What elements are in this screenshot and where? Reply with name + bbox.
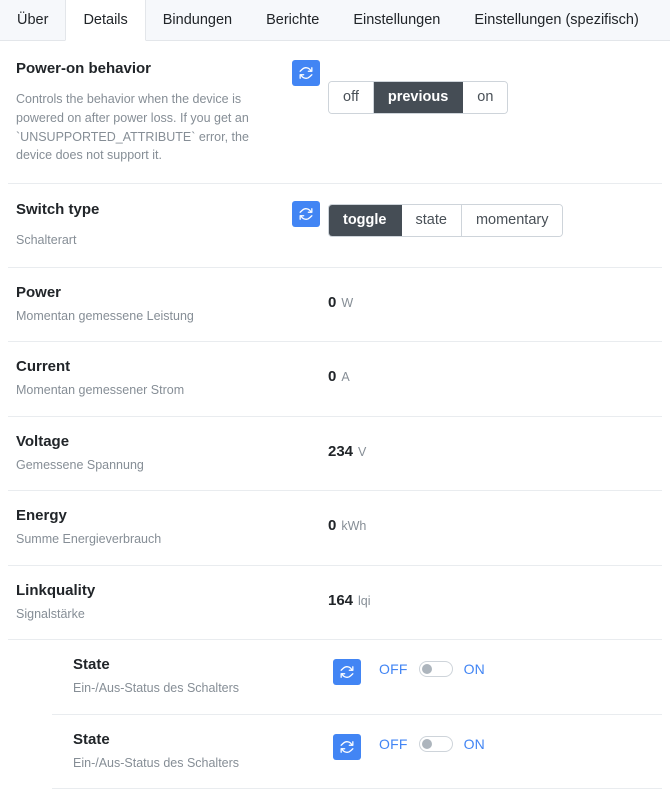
- tab-berichte[interactable]: Berichte: [249, 0, 336, 40]
- value-energy: 0 kWh: [328, 509, 366, 534]
- row-left-linkquality: Linkquality Signalstärke: [8, 582, 328, 624]
- label-power-on-behavior: Power-on behavior: [16, 60, 152, 77]
- tab-bindungen[interactable]: Bindungen: [146, 0, 249, 40]
- description-voltage: Gemessene Spannung: [16, 457, 144, 472]
- label-state-2: State: [73, 730, 110, 748]
- row-power-on-behavior: Power-on behavior Controls the behavior …: [8, 41, 662, 184]
- value-energy-unit: kWh: [341, 519, 367, 534]
- label-voltage: Voltage: [16, 432, 70, 450]
- row-left-state-2: State Ein-/Aus-Status des Schalters: [65, 731, 333, 773]
- row-right-energy: 0 kWh: [328, 507, 662, 534]
- tab-einstellungen[interactable]: Einstellungen: [336, 0, 457, 40]
- row-state-2: State Ein-/Aus-Status des Schalters OFF …: [52, 715, 662, 789]
- value-voltage: 234 V: [328, 435, 366, 460]
- value-linkquality: 164 lqi: [328, 584, 371, 609]
- switch-type-options: toggle state momentary: [328, 204, 564, 238]
- row-right-state-1: OFF ON: [333, 656, 662, 686]
- option-state[interactable]: state: [401, 205, 462, 237]
- row-left-switch-type: Switch type Schalterart: [8, 201, 328, 250]
- tab-bar: Über Details Bindungen Berichte Einstell…: [0, 0, 670, 41]
- tab-einstellungen-spezifisch[interactable]: Einstellungen (spezifisch): [457, 0, 655, 40]
- label-energy: Energy: [16, 507, 67, 525]
- row-right-state-2: OFF ON: [333, 731, 662, 760]
- option-previous[interactable]: previous: [373, 82, 464, 114]
- refresh-icon: [299, 66, 313, 80]
- refresh-button-power-on-behavior[interactable]: [292, 60, 320, 86]
- value-linkquality-unit: lqi: [358, 593, 371, 608]
- row-left-voltage: Voltage Gemessene Spannung: [8, 433, 328, 475]
- row-left-power: Power Momentan gemessene Leistung: [8, 284, 328, 326]
- refresh-icon: [340, 740, 354, 754]
- refresh-slot-state-1: [333, 658, 361, 686]
- refresh-button-switch-type[interactable]: [292, 201, 320, 227]
- refresh-button-state-1[interactable]: [333, 659, 361, 686]
- refresh-icon: [299, 207, 313, 221]
- tab-ueber[interactable]: Über: [0, 0, 65, 40]
- row-left-power-on-behavior: Power-on behavior Controls the behavior …: [8, 60, 328, 165]
- description-power: Momentan gemessene Leistung: [16, 308, 194, 323]
- label-linkquality: Linkquality: [16, 581, 96, 599]
- description-switch-type: Schalterart: [16, 233, 77, 247]
- state-on-label-2[interactable]: ON: [464, 736, 485, 752]
- value-power: 0 W: [328, 286, 353, 311]
- row-current: Current Momentan gemessener Strom 0 A: [8, 342, 662, 417]
- toggle-knob: [421, 664, 432, 675]
- value-current-number: 0: [328, 368, 337, 386]
- value-voltage-unit: V: [358, 444, 367, 459]
- value-power-number: 0: [328, 293, 337, 311]
- row-switch-type: Switch type Schalterart toggle state mom…: [8, 184, 662, 268]
- state-switch-group-2: OFF ON: [379, 733, 485, 752]
- value-current-unit: A: [341, 370, 350, 385]
- state-switch-group-1: OFF ON: [379, 658, 485, 678]
- row-right-power: 0 W: [328, 284, 662, 311]
- option-toggle[interactable]: toggle: [329, 205, 402, 237]
- state-off-label-2[interactable]: OFF: [379, 736, 408, 752]
- row-left-current: Current Momentan gemessener Strom: [8, 358, 328, 400]
- description-state-2: Ein-/Aus-Status des Schalters: [73, 755, 240, 770]
- description-energy: Summe Energieverbrauch: [16, 532, 162, 546]
- value-energy-number: 0: [328, 517, 337, 535]
- row-right-voltage: 234 V: [328, 433, 662, 460]
- refresh-slot-state-2: [333, 733, 361, 760]
- row-energy: Energy Summe Energieverbrauch 0 kWh: [8, 491, 662, 566]
- option-momentary[interactable]: momentary: [461, 205, 563, 237]
- state-toggle-2[interactable]: [418, 735, 453, 752]
- row-right-switch-type: toggle state momentary: [328, 201, 662, 238]
- toggle-knob: [421, 738, 432, 749]
- option-off[interactable]: off: [329, 82, 374, 114]
- description-linkquality: Signalstärke: [16, 606, 85, 621]
- refresh-icon: [340, 665, 354, 679]
- description-state-1: Ein-/Aus-Status des Schalters: [73, 681, 240, 695]
- refresh-button-state-2[interactable]: [333, 733, 361, 760]
- state-off-label-1[interactable]: OFF: [379, 661, 408, 677]
- row-voltage: Voltage Gemessene Spannung 234 V: [8, 417, 662, 492]
- tab-details[interactable]: Details: [65, 0, 146, 41]
- option-on[interactable]: on: [463, 82, 508, 114]
- state-on-label-1[interactable]: ON: [464, 661, 485, 677]
- label-power: Power: [16, 283, 62, 301]
- row-linkquality: Linkquality Signalstärke 164 lqi: [8, 566, 662, 641]
- label-state-1: State: [73, 656, 110, 674]
- label-switch-type: Switch type: [16, 201, 100, 218]
- row-state-1: State Ein-/Aus-Status des Schalters OFF …: [52, 640, 662, 715]
- row-power: Power Momentan gemessene Leistung 0 W: [8, 268, 662, 343]
- description-current: Momentan gemessener Strom: [16, 383, 185, 397]
- row-right-linkquality: 164 lqi: [328, 582, 662, 609]
- state-toggle-1[interactable]: [418, 661, 453, 678]
- row-left-energy: Energy Summe Energieverbrauch: [8, 507, 328, 549]
- value-voltage-number: 234: [328, 442, 354, 460]
- value-linkquality-number: 164: [328, 591, 354, 609]
- row-right-power-on-behavior: off previous on: [328, 60, 662, 115]
- details-list: Power-on behavior Controls the behavior …: [0, 41, 670, 789]
- power-on-behavior-options: off previous on: [328, 81, 509, 115]
- value-power-unit: W: [341, 295, 354, 310]
- value-current: 0 A: [328, 360, 350, 385]
- row-left-state-1: State Ein-/Aus-Status des Schalters: [65, 656, 333, 698]
- row-right-current: 0 A: [328, 358, 662, 385]
- label-current: Current: [16, 358, 71, 376]
- description-power-on-behavior: Controls the behavior when the device is…: [16, 92, 249, 163]
